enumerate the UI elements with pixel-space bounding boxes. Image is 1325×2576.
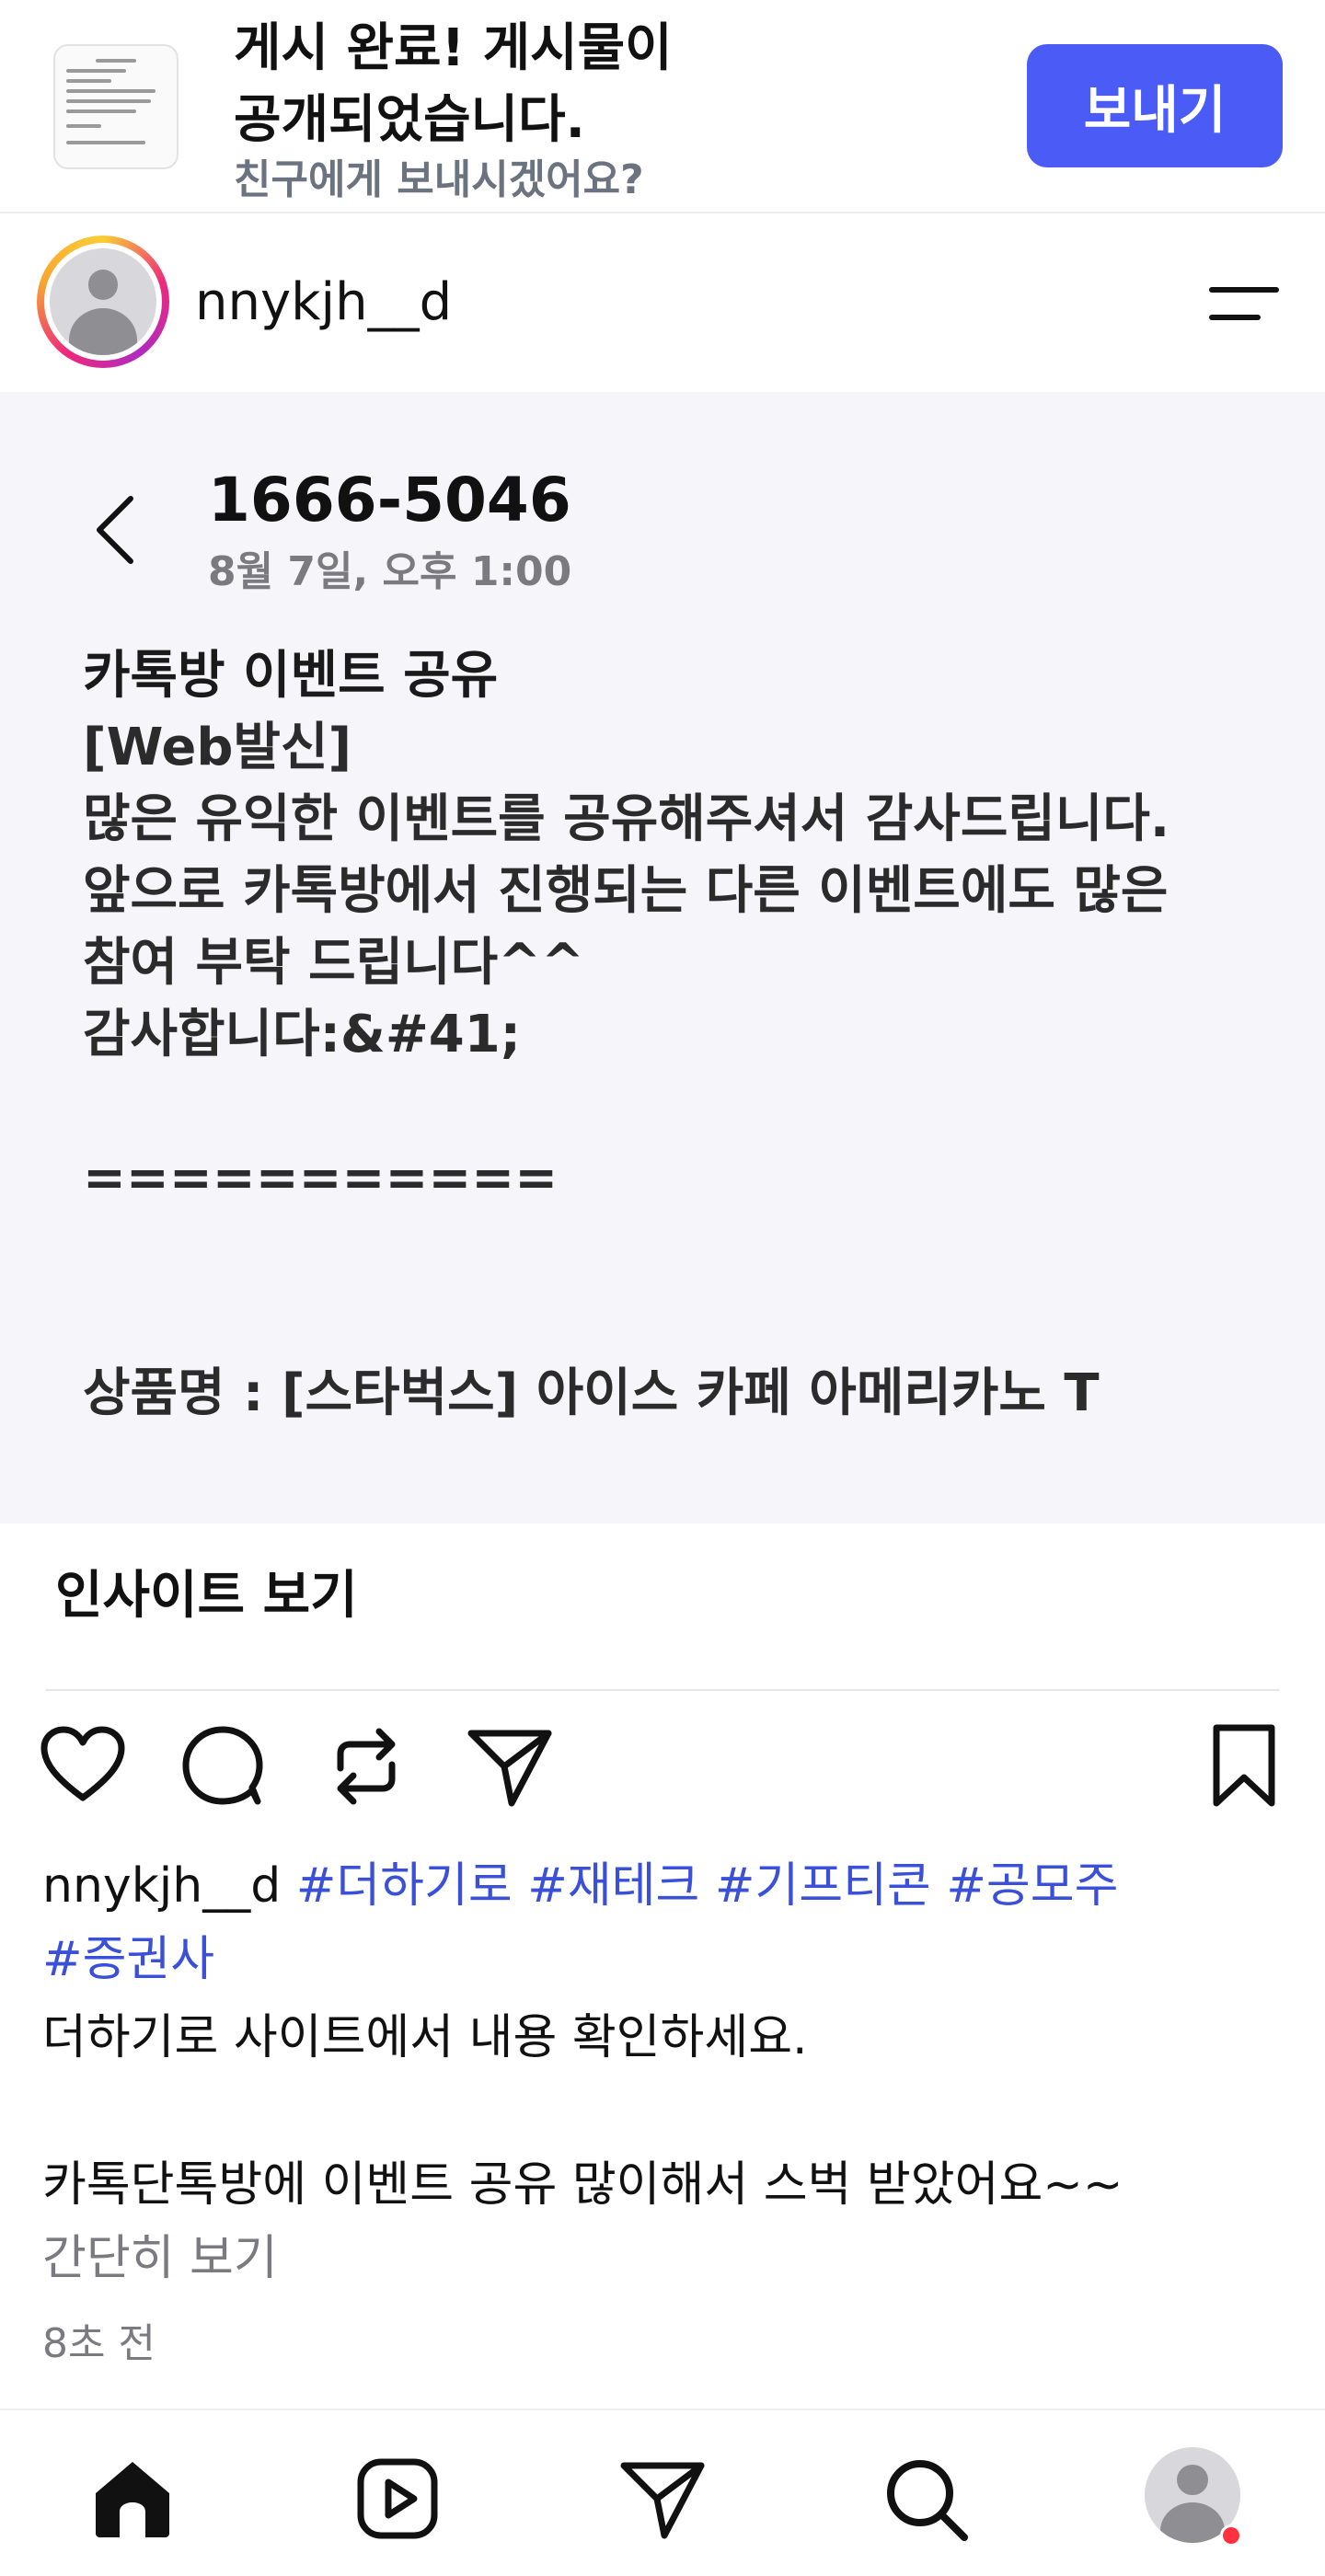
avatar[interactable]	[37, 236, 169, 368]
hashtag[interactable]: #공모주	[946, 1858, 1118, 1914]
message-line: 앞으로 카톡방에서 진행되는 다른 이벤트에도 많은	[83, 861, 1169, 921]
repost-icon[interactable]	[320, 1720, 412, 1812]
reels-icon[interactable]	[351, 2453, 444, 2545]
message-line	[83, 1214, 1297, 1286]
post-image[interactable]: 1666-5046 8월 7일, 오후 1:00 카톡방 이벤트 공유 [Web…	[0, 392, 1325, 1524]
show-less-link[interactable]: 간단히 보기	[42, 2226, 278, 2291]
caption-text: 더하기로 사이트에서 내용 확인하세요.	[42, 2010, 808, 2065]
banner-title: 게시 완료! 게시물이 공개되었습니다.	[234, 18, 673, 150]
post-header: nnykjh__d	[0, 215, 1325, 392]
post-actions	[0, 1720, 1325, 1812]
hashtag[interactable]: #재테크	[527, 1858, 699, 1914]
chevron-left-icon	[97, 496, 133, 564]
send-icon[interactable]	[464, 1720, 556, 1812]
caption-text: 카톡단톡방에 이벤트 공유 많이해서 스벅 받았어요~~	[42, 2157, 1123, 2213]
message-body: 카톡방 이벤트 공유 [Web발신] 많은 유익한 이벤트를 공유해주셔서 감사…	[83, 640, 1297, 1430]
message-line: ===========	[83, 1148, 559, 1208]
send-icon[interactable]	[616, 2453, 709, 2545]
home-icon[interactable]	[86, 2453, 179, 2545]
post-timestamp: 8초 전	[42, 2320, 156, 2367]
divider	[46, 1689, 1279, 1691]
hashtag[interactable]: #증권사	[42, 1932, 214, 1987]
message-line: 감사합니다:&#41;	[83, 1005, 522, 1064]
comment-icon[interactable]	[177, 1720, 269, 1812]
message-line: [Web발신]	[83, 718, 352, 777]
message-line	[83, 1286, 1297, 1358]
message-date: 8월 7일, 오후 1:00	[208, 548, 572, 595]
view-insights-link[interactable]: 인사이트 보기	[55, 1564, 358, 1628]
post-published-banner: 게시 완료! 게시물이 공개되었습니다. 친구에게 보내시겠어요? 보내기	[0, 0, 1325, 213]
hashtag[interactable]: #더하기로	[296, 1858, 513, 1914]
hashtag[interactable]: #기프티콘	[715, 1858, 931, 1914]
message-line: 참여 부탁 드립니다^^	[83, 933, 584, 993]
menu-icon[interactable]	[1209, 282, 1283, 328]
post-caption: nnykjh__d #더하기로 #재테크 #기프티콘 #공모주 #증권사	[42, 1849, 1294, 1996]
caption-username[interactable]: nnykjh__d	[42, 1858, 281, 1914]
post-username[interactable]: nnykjh__d	[195, 270, 452, 335]
message-line: 카톡방 이벤트 공유	[83, 646, 499, 706]
bookmark-icon[interactable]	[1198, 1720, 1290, 1812]
notification-dot	[1220, 2524, 1242, 2547]
bottom-nav	[0, 2409, 1325, 2576]
message-line: 상품명 : [스타벅스] 아이스 카페 아메리카노 T	[83, 1363, 1100, 1423]
search-icon[interactable]	[880, 2453, 972, 2545]
heart-icon[interactable]	[37, 1720, 129, 1812]
send-to-friends-button[interactable]: 보내기	[1027, 44, 1283, 167]
message-line	[83, 1071, 1297, 1143]
message-line: 많은 유익한 이벤트를 공유해주셔서 감사드립니다.	[83, 789, 1170, 849]
post-thumbnail[interactable]	[53, 44, 179, 169]
message-sender: 1666-5046	[208, 465, 571, 535]
banner-subtitle: 친구에게 보내시겠어요?	[234, 156, 644, 203]
